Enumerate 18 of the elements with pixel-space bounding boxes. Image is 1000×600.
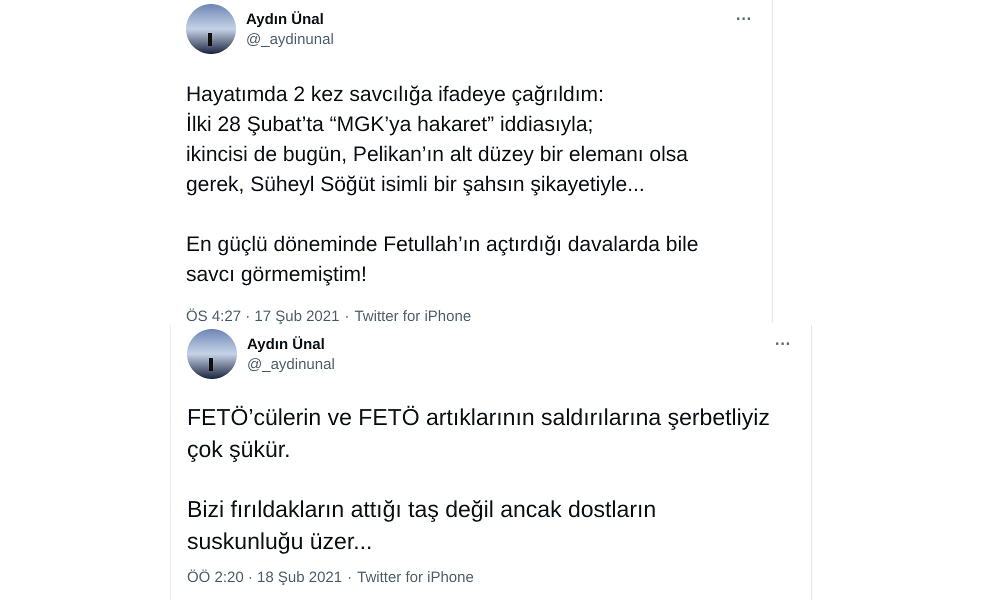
avatar-photo: [186, 4, 236, 54]
source-link[interactable]: Twitter for iPhone: [354, 308, 472, 325]
separator-dot: ·: [344, 308, 350, 325]
source-link[interactable]: Twitter for iPhone: [357, 569, 474, 586]
tweet-text: Bizi fırıldakların attığı taş değil ancak dostların suskunluğu üzer...: [187, 495, 658, 556]
separator-dot: ·: [347, 569, 352, 586]
user-handle[interactable]: @_aydinunal: [247, 355, 762, 375]
more-button[interactable]: ···: [732, 12, 756, 28]
avatar-photo: [187, 329, 237, 379]
tweet-text: En güçlü döneminde Fetullah’ın açtırdığı davalarda bile savcı görmemiştim!: [186, 232, 700, 288]
more-button[interactable]: ···: [771, 337, 795, 353]
user-name[interactable]: Aydın Ünal: [246, 10, 722, 30]
tweet-time-link[interactable]: ÖS 4:27 · 17 Şub 2021: [186, 308, 340, 325]
user-name[interactable]: Aydın Ünal: [247, 335, 762, 355]
tweet-text: Hayatımda 2 kez savcılığa ifadeye çağrıldım: İlki 28 Şubat’ta “MGK’ya hakaret” iddiasıyla; ikincisi de bugün, Pelikan’ın alt düzey bir elemanı olsa gerek, Süheyl Söğüt isimli bir şahsın şikayetiyle...: [186, 82, 689, 198]
user-handle[interactable]: @_aydinunal: [246, 30, 722, 50]
tweet-time-link[interactable]: ÖÖ 2:20 · 18 Şub 2021: [187, 569, 342, 586]
tweet-text: FETÖ’cülerin ve FETÖ artıklarının saldırılarına şerbetliyiz çok şükür.: [187, 403, 771, 464]
